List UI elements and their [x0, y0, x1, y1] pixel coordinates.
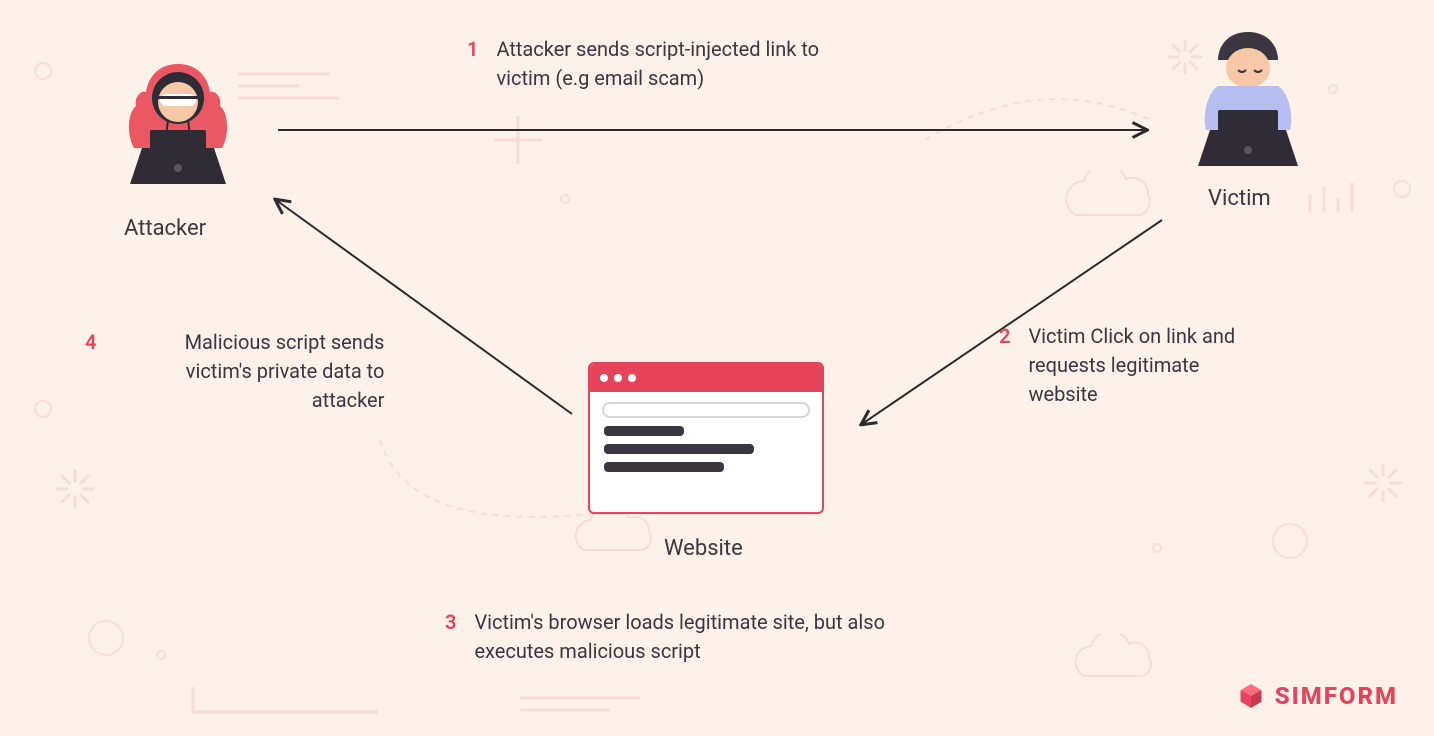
step-3: 3 Victim's browser loads legitimate site… — [445, 608, 894, 666]
deco-bars-horizontal — [520, 692, 670, 726]
victim-icon — [1178, 26, 1318, 180]
deco-circle — [88, 620, 124, 656]
step-text: Victim's browser loads legitimate site, … — [474, 608, 894, 666]
step-text: Attacker sends script-injected link to v… — [496, 35, 876, 93]
deco-bars — [238, 68, 358, 112]
step-text: Malicious script sends victim's private … — [114, 328, 384, 415]
browser-content-line — [604, 462, 724, 472]
brand-logo: SIMFORM — [1237, 682, 1398, 710]
simform-icon — [1237, 682, 1265, 710]
step-2: 2 Victim Click on link and requests legi… — [999, 322, 1268, 409]
deco-circle — [1393, 180, 1411, 198]
deco-sparkle — [1360, 460, 1406, 510]
step-number: 2 — [999, 322, 1010, 409]
diagram-canvas: Attacker Victim Website — [0, 0, 1434, 736]
deco-sparkle — [52, 466, 98, 516]
deco-cloud — [1066, 634, 1166, 693]
attacker-label: Attacker — [124, 216, 206, 241]
website-label: Website — [664, 536, 743, 561]
browser-content-line — [604, 426, 684, 436]
browser-content-line — [604, 444, 754, 454]
deco-circle — [156, 650, 166, 660]
step-number: 1 — [467, 35, 478, 93]
step-number: 3 — [445, 608, 456, 666]
deco-circle — [1152, 543, 1162, 553]
step-1: 1 Attacker sends script-injected link to… — [467, 35, 876, 93]
brand-name: SIMFORM — [1275, 682, 1398, 710]
browser-addressbar — [602, 402, 810, 418]
step-number: 4 — [85, 328, 96, 415]
step-text: Victim Click on link and requests legiti… — [1028, 322, 1268, 409]
deco-circle — [1272, 523, 1308, 559]
browser-titlebar — [590, 364, 822, 392]
deco-circle — [34, 400, 52, 418]
attacker-icon — [108, 52, 248, 196]
website-icon — [588, 362, 824, 514]
deco-circle — [1328, 84, 1338, 94]
deco-bracket — [188, 682, 388, 726]
deco-bars — [1300, 180, 1380, 224]
deco-circle — [34, 62, 52, 80]
arrow-attacker-to-victim — [276, 120, 1156, 144]
victim-label: Victim — [1208, 186, 1271, 211]
step-4: 4 Malicious script sends victim's privat… — [85, 328, 384, 415]
